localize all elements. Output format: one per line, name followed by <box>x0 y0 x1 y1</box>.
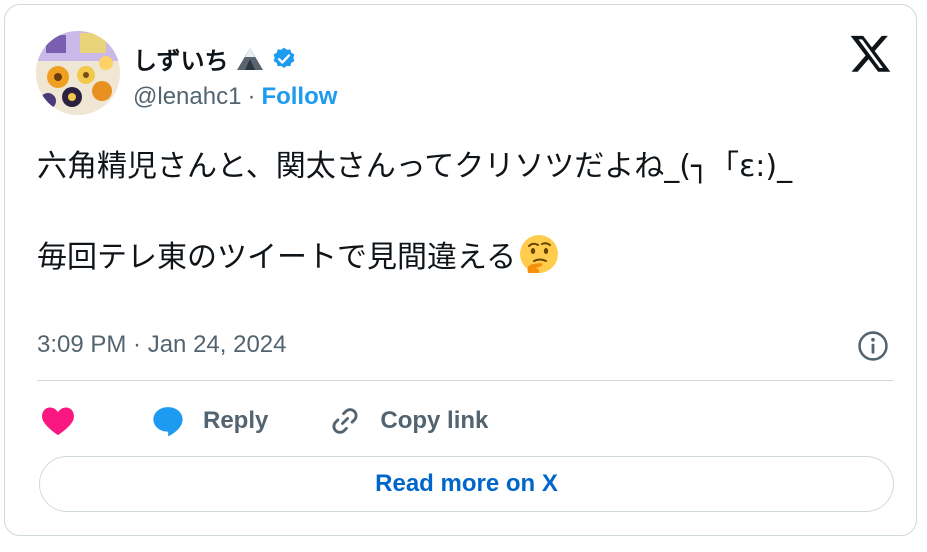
tweet-embed-card: しずいち @lenahc1 · Follow 六角精児さんと、関太さんってクリソツだ… <box>4 4 917 536</box>
tweet-text-line-2-wrap: 毎回テレ東のツイートで見間違える <box>37 233 837 280</box>
copy-link-label: Copy link <box>380 407 489 434</box>
mountain-tent-icon <box>235 46 265 72</box>
reply-label: Reply <box>203 407 269 434</box>
tweet-text-line-2: 毎回テレ東のツイートで見間違える <box>37 240 517 275</box>
follow-link[interactable]: Follow <box>261 83 337 110</box>
copy-link-button[interactable]: Copy link <box>310 404 488 438</box>
info-icon[interactable] <box>856 329 890 363</box>
divider <box>37 380 894 381</box>
display-name-row[interactable]: しずいち <box>133 41 297 76</box>
reply-bubble-icon <box>151 405 185 437</box>
reply-button[interactable]: Reply <box>133 405 268 437</box>
like-button[interactable] <box>41 405 75 437</box>
thinking-face-icon <box>518 233 560 275</box>
handle-row: @lenahc1 · Follow <box>133 83 337 111</box>
handle-separator: · <box>247 83 256 110</box>
tweet-text: 六角精児さんと、関太さんってクリソツだよね_(┐「ε:)_ 毎回テレ東のツイート… <box>37 145 837 280</box>
verified-badge-icon <box>271 46 297 72</box>
read-more-button[interactable]: Read more on X <box>39 456 894 512</box>
tweet-text-line-1: 六角精児さんと、関太さんってクリソツだよね_(┐「ε:)_ <box>37 149 793 184</box>
avatar[interactable] <box>36 31 120 115</box>
read-more-label: Read more on X <box>375 470 558 497</box>
timestamp[interactable]: 3:09 PM · Jan 24, 2024 <box>37 331 287 359</box>
heart-icon <box>41 405 75 437</box>
link-icon <box>328 404 362 438</box>
action-bar: Reply Copy link <box>41 399 488 443</box>
x-logo-icon[interactable] <box>850 35 892 75</box>
display-name[interactable]: しずいち <box>133 41 229 76</box>
handle[interactable]: @lenahc1 <box>133 83 241 110</box>
